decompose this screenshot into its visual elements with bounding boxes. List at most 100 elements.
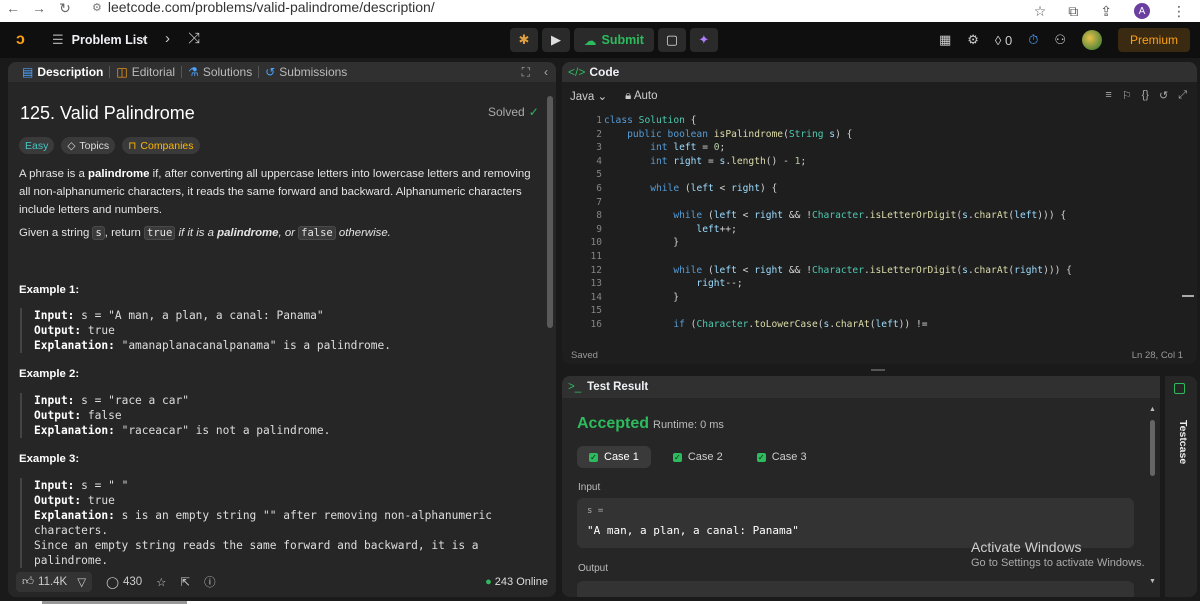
browser-menu-icon[interactable]: ⋮ [1172, 3, 1186, 20]
code-line: while (left < right && !Character.isLett… [673, 210, 1067, 222]
ex-value: true [87, 494, 115, 507]
premium-button[interactable]: Premium [1117, 28, 1190, 52]
difficulty-badge[interactable]: Easy [19, 137, 55, 154]
panel-resize-handle[interactable] [871, 369, 885, 371]
bookmark-icon[interactable]: ⚐ [1122, 89, 1132, 102]
description-scrollbar[interactable] [547, 96, 553, 328]
line-number: 2 [596, 128, 602, 140]
thumbs-down-icon[interactable]: ▽ [77, 575, 86, 589]
q-bold: palindrome [217, 227, 279, 239]
format-icon[interactable]: ≡ [1105, 89, 1111, 102]
ex-value: true [87, 324, 115, 337]
companies-tag[interactable]: ⊓ Companies [122, 137, 200, 154]
online-dot-icon: ● [485, 576, 492, 588]
variable-label: s = [587, 506, 604, 516]
line-number: 5 [596, 169, 602, 181]
like-count: 11.4K [38, 576, 68, 588]
address-bar[interactable]: ⚙ leetcode.com/problems/valid-palindrome… [92, 0, 435, 15]
scroll-down-icon[interactable]: ▼ [1149, 578, 1156, 585]
run-button[interactable]: ▶ [542, 28, 570, 52]
shuffle-icon[interactable]: ⤨ [188, 30, 200, 47]
prev-problem-icon[interactable]: ‹ [142, 30, 147, 47]
help-icon[interactable]: ⓘ [204, 574, 216, 590]
scroll-thumb[interactable] [1150, 420, 1155, 476]
tab-case-3[interactable]: ✓ Case 3 [745, 446, 819, 468]
runtime: Runtime: 0 ms [653, 419, 724, 431]
scroll-up-icon[interactable]: ▲ [1149, 406, 1156, 413]
autocomplete-mode[interactable]: 🔒︎ Auto [625, 90, 657, 103]
add-user-icon[interactable]: ⚇ [1054, 32, 1066, 48]
extensions-icon[interactable]: ⧉ [1068, 3, 1078, 20]
editor-toolbar: Java ⌄ 🔒︎ Auto ≡ ⚐ {} ↺ ⤢ [562, 82, 1197, 110]
testcase-side-tab[interactable]: Testcase [1165, 376, 1197, 597]
line-number: 9 [596, 223, 602, 235]
site-info-icon[interactable]: ⚙ [92, 1, 102, 14]
book-icon: ◫ [116, 65, 128, 79]
tab-editorial[interactable]: ◫ Editorial [110, 65, 181, 79]
code-line: } [604, 237, 680, 249]
code-line: int left = 0; [650, 142, 726, 154]
language-select[interactable]: Java ⌄ [570, 89, 607, 103]
reload-icon[interactable]: ↻ [52, 0, 78, 17]
settings-gear-icon[interactable]: ⚙ [967, 32, 979, 48]
reset-icon[interactable]: ↺ [1159, 89, 1168, 102]
case-label: Case 2 [687, 451, 723, 463]
history-icon: ↺ [265, 65, 276, 79]
code-line: public boolean isPalindrome(String s) { [627, 128, 853, 140]
problem-description: A phrase is a palindrome if, after conve… [19, 165, 539, 219]
desc-bold: palindrome [88, 168, 150, 180]
submit-button[interactable]: ☁ Submit [574, 28, 654, 52]
notes-button[interactable]: ▢ [657, 28, 686, 52]
topics-tag[interactable]: ◇ Topics [61, 137, 116, 154]
collapse-icon[interactable]: ‹ [544, 65, 548, 80]
bookmark-star-icon[interactable]: ☆ [1034, 3, 1047, 20]
like-button[interactable]: 👍︎ 11.4K ▽ [16, 572, 93, 592]
tab-label: Solutions [202, 65, 253, 79]
language-label: Java [570, 91, 595, 103]
saved-status: Saved [571, 350, 598, 361]
ex-value: s = " " [81, 479, 129, 492]
result-scrollbar[interactable]: ▲ ▼ [1149, 406, 1156, 585]
braces-icon[interactable]: {} [1142, 89, 1149, 102]
expand-icon[interactable]: ⤢ [1178, 89, 1187, 102]
code-title: Code [589, 65, 620, 79]
profile-avatar[interactable]: A [1134, 3, 1150, 19]
user-avatar[interactable] [1081, 30, 1102, 50]
next-problem-icon[interactable]: › [165, 30, 170, 47]
ex-label: Explanation: [34, 339, 115, 352]
line-number: 6 [596, 183, 602, 194]
problem-title: 125. Valid Palindrome [20, 103, 195, 123]
share-icon[interactable]: ⇪ [1100, 3, 1112, 20]
forward-arrow-icon[interactable]: → [26, 0, 52, 16]
maximize-icon[interactable]: ⛶ [522, 65, 530, 80]
verdict: Accepted [577, 415, 650, 432]
flask-icon: ⚗ [188, 65, 199, 79]
debug-button[interactable]: ✱ [510, 28, 538, 52]
thumbs-up-icon: 👍︎ [22, 576, 35, 588]
favorite-star-icon[interactable]: ☆ [156, 575, 166, 589]
example-heading: Example 1: [19, 284, 80, 296]
tab-solutions[interactable]: ⚗ Solutions [182, 65, 258, 79]
tab-case-2[interactable]: ✓ Case 2 [661, 446, 735, 468]
ai-button[interactable]: ✦ [689, 28, 718, 52]
problem-list-button[interactable]: ☰ Problem List [52, 32, 147, 48]
input-label: Input [578, 482, 601, 493]
editor-status-bar: Saved Ln 28, Col 1 [562, 345, 1197, 364]
back-arrow-icon[interactable]: ← [0, 0, 26, 16]
share-external-icon[interactable]: ⇱ [180, 575, 190, 589]
tab-case-1[interactable]: ✓ Case 1 [577, 446, 651, 468]
top-navigation: ↄ ☰ Problem List ‹ › ⤨ ✱ ▶ ☁ Submit ▢ ✦ … [0, 22, 1200, 58]
leetcode-logo-icon[interactable]: ↄ [16, 31, 32, 49]
code-line: while (left < right && !Character.isLett… [673, 264, 1072, 276]
streak-counter[interactable]: ◊ 0 [995, 33, 1012, 48]
code-area[interactable]: 1 2 3 4 5 6 7 8 9 10 11 12 13 14 15 16 c… [562, 115, 1197, 333]
testcase-label: Testcase [1177, 420, 1189, 465]
layout-icon[interactable]: ▦ [939, 32, 951, 48]
ex-label: Explanation: [34, 509, 115, 522]
tab-submissions[interactable]: ↺ Submissions [259, 65, 353, 79]
comments-button[interactable]: ◯ 430 [106, 575, 142, 589]
tab-description[interactable]: ▤ Description [16, 65, 109, 79]
watermark-subtitle: Go to Settings to activate Windows. [971, 557, 1145, 569]
sparkle-icon: ✦ [698, 32, 710, 47]
timer-icon[interactable]: ⏱ [1028, 32, 1038, 48]
